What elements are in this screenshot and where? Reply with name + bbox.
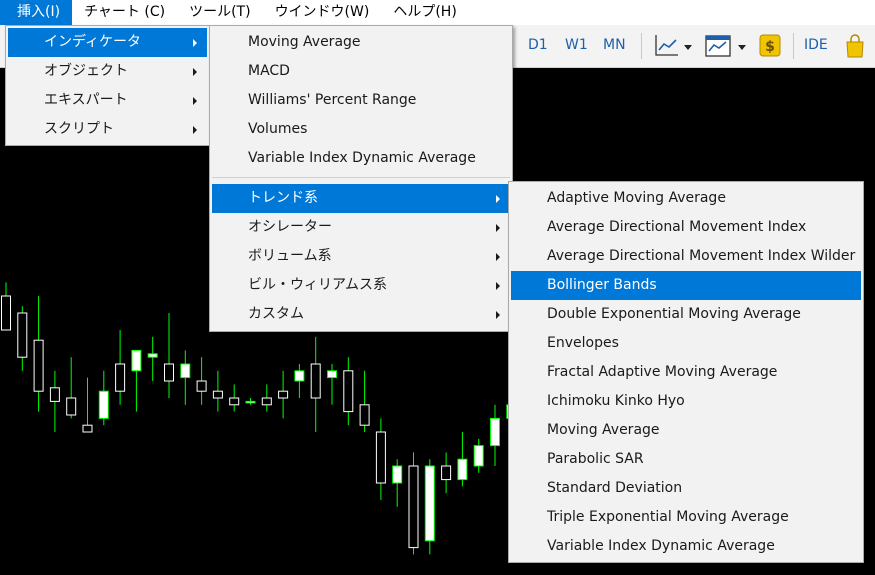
menu-item-moving-average[interactable]: Moving Average <box>212 28 510 57</box>
candle-body <box>212 390 223 399</box>
menu-item-moving-average-trend[interactable]: Moving Average <box>511 416 861 445</box>
menu-item-experts[interactable]: エキスパート <box>8 86 207 115</box>
line-chart-icon[interactable] <box>654 33 698 59</box>
menu-item-williams-percent-range[interactable]: Williams' Percent Range <box>212 86 510 115</box>
menu-help[interactable]: ヘルプ(H) <box>381 0 468 25</box>
insert-menu: インディケータ オブジェクト エキスパート スクリプト <box>5 25 210 146</box>
candle-body <box>261 397 272 406</box>
menu-item-scripts[interactable]: スクリプト <box>8 115 207 144</box>
indicator-menu: Moving Average MACD Williams' Percent Ra… <box>209 25 513 332</box>
candle-body <box>457 458 468 481</box>
candle-body <box>278 390 289 399</box>
candle-body <box>49 387 60 402</box>
timeframe-mn-button[interactable]: MN <box>603 37 626 53</box>
timeframe-d1-button[interactable]: D1 <box>528 37 548 53</box>
candle-body <box>196 380 207 392</box>
submenu-arrow-icon <box>496 224 500 232</box>
menu-item-bill-williams[interactable]: ビル・ウィリアムス系 <box>212 271 510 300</box>
submenu-arrow-icon <box>193 126 197 134</box>
candle-body <box>310 363 321 399</box>
candle-body <box>33 339 44 392</box>
candle-body <box>294 370 305 382</box>
candle-body <box>164 363 174 382</box>
candle-body <box>408 465 419 549</box>
candle-body <box>66 397 77 416</box>
menu-chart[interactable]: チャート (C) <box>72 0 177 25</box>
submenu-arrow-icon <box>193 97 197 105</box>
menu-item-volumes[interactable]: Volumes <box>212 115 510 144</box>
menu-item-adx-wilder[interactable]: Average Directional Movement Index Wilde… <box>511 242 861 271</box>
menu-item-volume-category[interactable]: ボリューム系 <box>212 242 510 271</box>
menu-item-envelopes[interactable]: Envelopes <box>511 329 861 358</box>
candle-body <box>98 390 109 419</box>
submenu-arrow-icon <box>496 282 500 290</box>
menu-item-indicators[interactable]: インディケータ <box>8 28 207 57</box>
candle-body <box>147 353 158 358</box>
candle-body <box>229 397 240 406</box>
menu-item-adx[interactable]: Average Directional Movement Index <box>511 213 861 242</box>
candle-body <box>441 465 452 481</box>
menu-item-custom[interactable]: カスタム <box>212 300 510 329</box>
toolbar-separator <box>793 33 794 59</box>
menu-window[interactable]: ウインドウ(W) <box>263 0 382 25</box>
submenu-arrow-icon <box>496 253 500 261</box>
menu-item-macd[interactable]: MACD <box>212 57 510 86</box>
submenu-arrow-icon <box>496 195 500 203</box>
candle-body <box>424 465 435 542</box>
submenu-arrow-icon <box>496 311 500 319</box>
menu-item-trend[interactable]: トレンド系 <box>212 184 510 213</box>
candle-body <box>82 424 93 433</box>
candle-body <box>180 363 191 379</box>
menu-item-ama[interactable]: Adaptive Moving Average <box>511 184 861 213</box>
menu-item-objects[interactable]: オブジェクト <box>8 57 207 86</box>
candle-body <box>115 363 126 392</box>
timeframe-w1-button[interactable]: W1 <box>565 37 588 53</box>
menu-item-frama[interactable]: Fractal Adaptive Moving Average <box>511 358 861 387</box>
menu-item-tema[interactable]: Triple Exponential Moving Average <box>511 503 861 532</box>
menu-insert[interactable]: 挿入(I) <box>0 0 73 25</box>
menu-bar: 挿入(I) チャート (C) ツール(T) ウインドウ(W) ヘルプ(H) <box>0 0 875 25</box>
candle-body <box>473 445 484 467</box>
chart-template-icon[interactable] <box>704 33 750 59</box>
toolbar-separator <box>641 33 642 59</box>
candle-body <box>17 312 28 358</box>
menu-item-dema[interactable]: Double Exponential Moving Average <box>511 300 861 329</box>
menu-item-ichimoku[interactable]: Ichimoku Kinko Hyo <box>511 387 861 416</box>
submenu-arrow-icon <box>193 68 197 76</box>
candle-body <box>1 295 11 331</box>
dollar-icon[interactable]: $ <box>758 33 782 59</box>
submenu-arrow-icon <box>193 39 197 47</box>
candle-body <box>245 400 256 404</box>
menu-tools[interactable]: ツール(T) <box>177 0 262 25</box>
candle-body <box>131 349 142 372</box>
trend-menu: Adaptive Moving Average Average Directio… <box>508 181 864 563</box>
menu-separator <box>212 177 510 178</box>
ide-button[interactable]: IDE <box>804 37 828 53</box>
candle-body <box>392 465 403 484</box>
candle-body <box>359 404 370 426</box>
menu-item-vidya[interactable]: Variable Index Dynamic Average <box>212 144 510 173</box>
menu-item-bollinger-bands[interactable]: Bollinger Bands <box>511 271 861 300</box>
candle-body <box>327 370 337 379</box>
menu-item-oscillators[interactable]: オシレーター <box>212 213 510 242</box>
candle-body <box>490 417 500 447</box>
menu-item-vidya-trend[interactable]: Variable Index Dynamic Average <box>511 532 861 561</box>
menu-item-parabolic-sar[interactable]: Parabolic SAR <box>511 445 861 474</box>
menu-item-standard-deviation[interactable]: Standard Deviation <box>511 474 861 503</box>
candle-body <box>343 370 354 413</box>
svg-text:$: $ <box>765 39 775 55</box>
market-bag-icon[interactable] <box>843 33 867 59</box>
candle-body <box>375 431 386 484</box>
